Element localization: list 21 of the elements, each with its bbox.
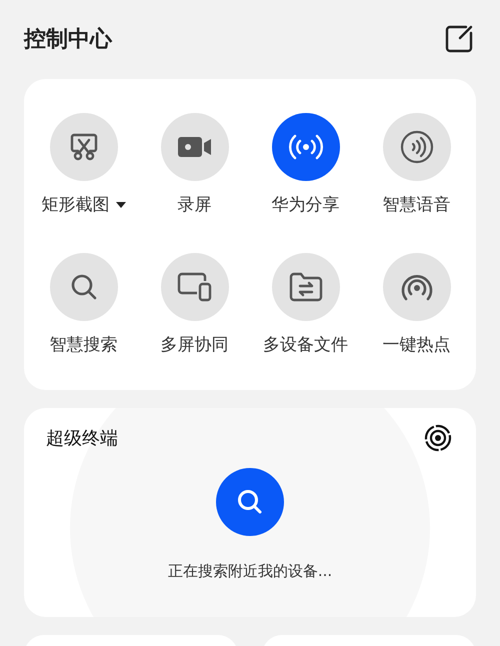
edit-icon[interactable] [444,24,474,54]
caret-icon[interactable] [116,202,126,208]
video-camera-icon [178,136,212,158]
tile-label: 多屏协同 [160,334,228,356]
card-title: 超级终端 [46,427,118,450]
search-status: 正在搜索附近我的设备... [168,562,332,581]
tile-label: 录屏 [178,194,212,216]
tile-label: 多设备文件 [263,334,348,356]
devices-icon [176,272,212,302]
tile-label: 智慧语音 [382,194,450,216]
sound-wave-icon [400,130,434,164]
hotspot-icon [400,272,434,300]
tile-label: 智慧搜索 [50,334,118,356]
broadcast-icon [288,134,322,160]
tile-label: 华为分享 [272,194,340,216]
tile-label: 一键热点 [382,334,450,356]
page-title: 控制中心 [24,26,112,54]
folder-transfer-icon [288,272,322,302]
search-icon [68,272,98,302]
target-icon[interactable] [424,424,452,452]
tile-label: 矩形截图 [42,194,110,216]
